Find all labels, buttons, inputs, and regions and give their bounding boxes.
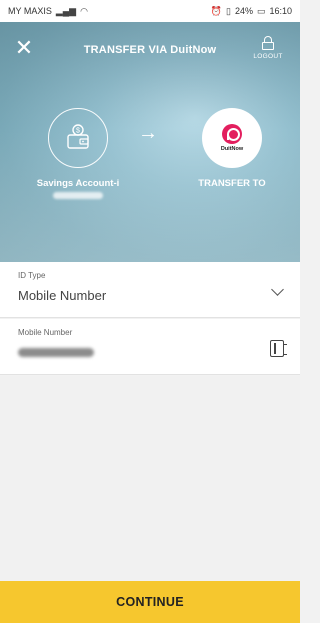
transfer-to-label: TRANSFER TO (198, 178, 266, 189)
battery-icon: ▭ (256, 5, 266, 16)
alarm-icon: ⏰ (210, 5, 222, 16)
arrow-right-icon: → (138, 122, 158, 144)
page-title: TRANSFER VIA DuitNow (83, 44, 217, 56)
logout-label: LOGOUT (253, 53, 283, 60)
from-account-name: Savings Account-i (36, 178, 120, 189)
lock-icon (262, 36, 274, 50)
id-type-label: ID Type (18, 271, 46, 280)
duitnow-logo: DuitNow (202, 108, 262, 168)
hero-banner: ✕ TRANSFER VIA DuitNow LOGOUT $ Savings … (0, 22, 300, 262)
contacts-book-icon[interactable] (270, 340, 287, 357)
close-icon[interactable]: ✕ (14, 37, 34, 59)
signal-icon: ▂▄▆ (55, 5, 77, 16)
to-account: DuitNow TRANSFER TO (180, 108, 284, 189)
carrier-label: MY MAXIS (8, 6, 52, 16)
status-bar: MY MAXIS ▂▄▆ ◠ ⏰ ▯ 24% ▭ 16:10 (0, 0, 300, 22)
duitnow-logo-text: DuitNow (220, 146, 244, 152)
logout-button[interactable]: LOGOUT (250, 36, 286, 60)
wifi-icon: ◠ (80, 5, 88, 16)
from-account: $ Savings Account-i (23, 108, 133, 199)
status-left: MY MAXIS ▂▄▆ ◠ (8, 6, 88, 17)
from-account-number-redacted (53, 192, 103, 199)
transfer-accounts: $ Savings Account-i → DuitNow TRANSFER T… (0, 108, 300, 218)
empty-content-area (0, 376, 300, 581)
mobile-number-label: Mobile Number (18, 328, 73, 337)
id-type-select[interactable]: ID Type Mobile Number (0, 262, 300, 318)
status-right: ⏰ ▯ 24% ▭ 16:10 (211, 6, 292, 17)
continue-button[interactable]: CONTINUE (0, 581, 300, 623)
battery-percent: 24% (234, 6, 253, 16)
chevron-down-icon (271, 283, 284, 296)
mobile-number-field[interactable]: Mobile Number (0, 319, 300, 375)
wallet-icon: $ (48, 108, 108, 168)
id-type-value: Mobile Number (18, 288, 107, 303)
clock: 16:10 (269, 6, 292, 16)
mobile-number-value-redacted (18, 348, 94, 357)
duitnow-mark-icon (222, 124, 242, 144)
svg-text:$: $ (76, 128, 80, 135)
top-nav: ✕ TRANSFER VIA DuitNow LOGOUT (0, 22, 300, 78)
vibrate-icon: ▯ (225, 5, 231, 16)
